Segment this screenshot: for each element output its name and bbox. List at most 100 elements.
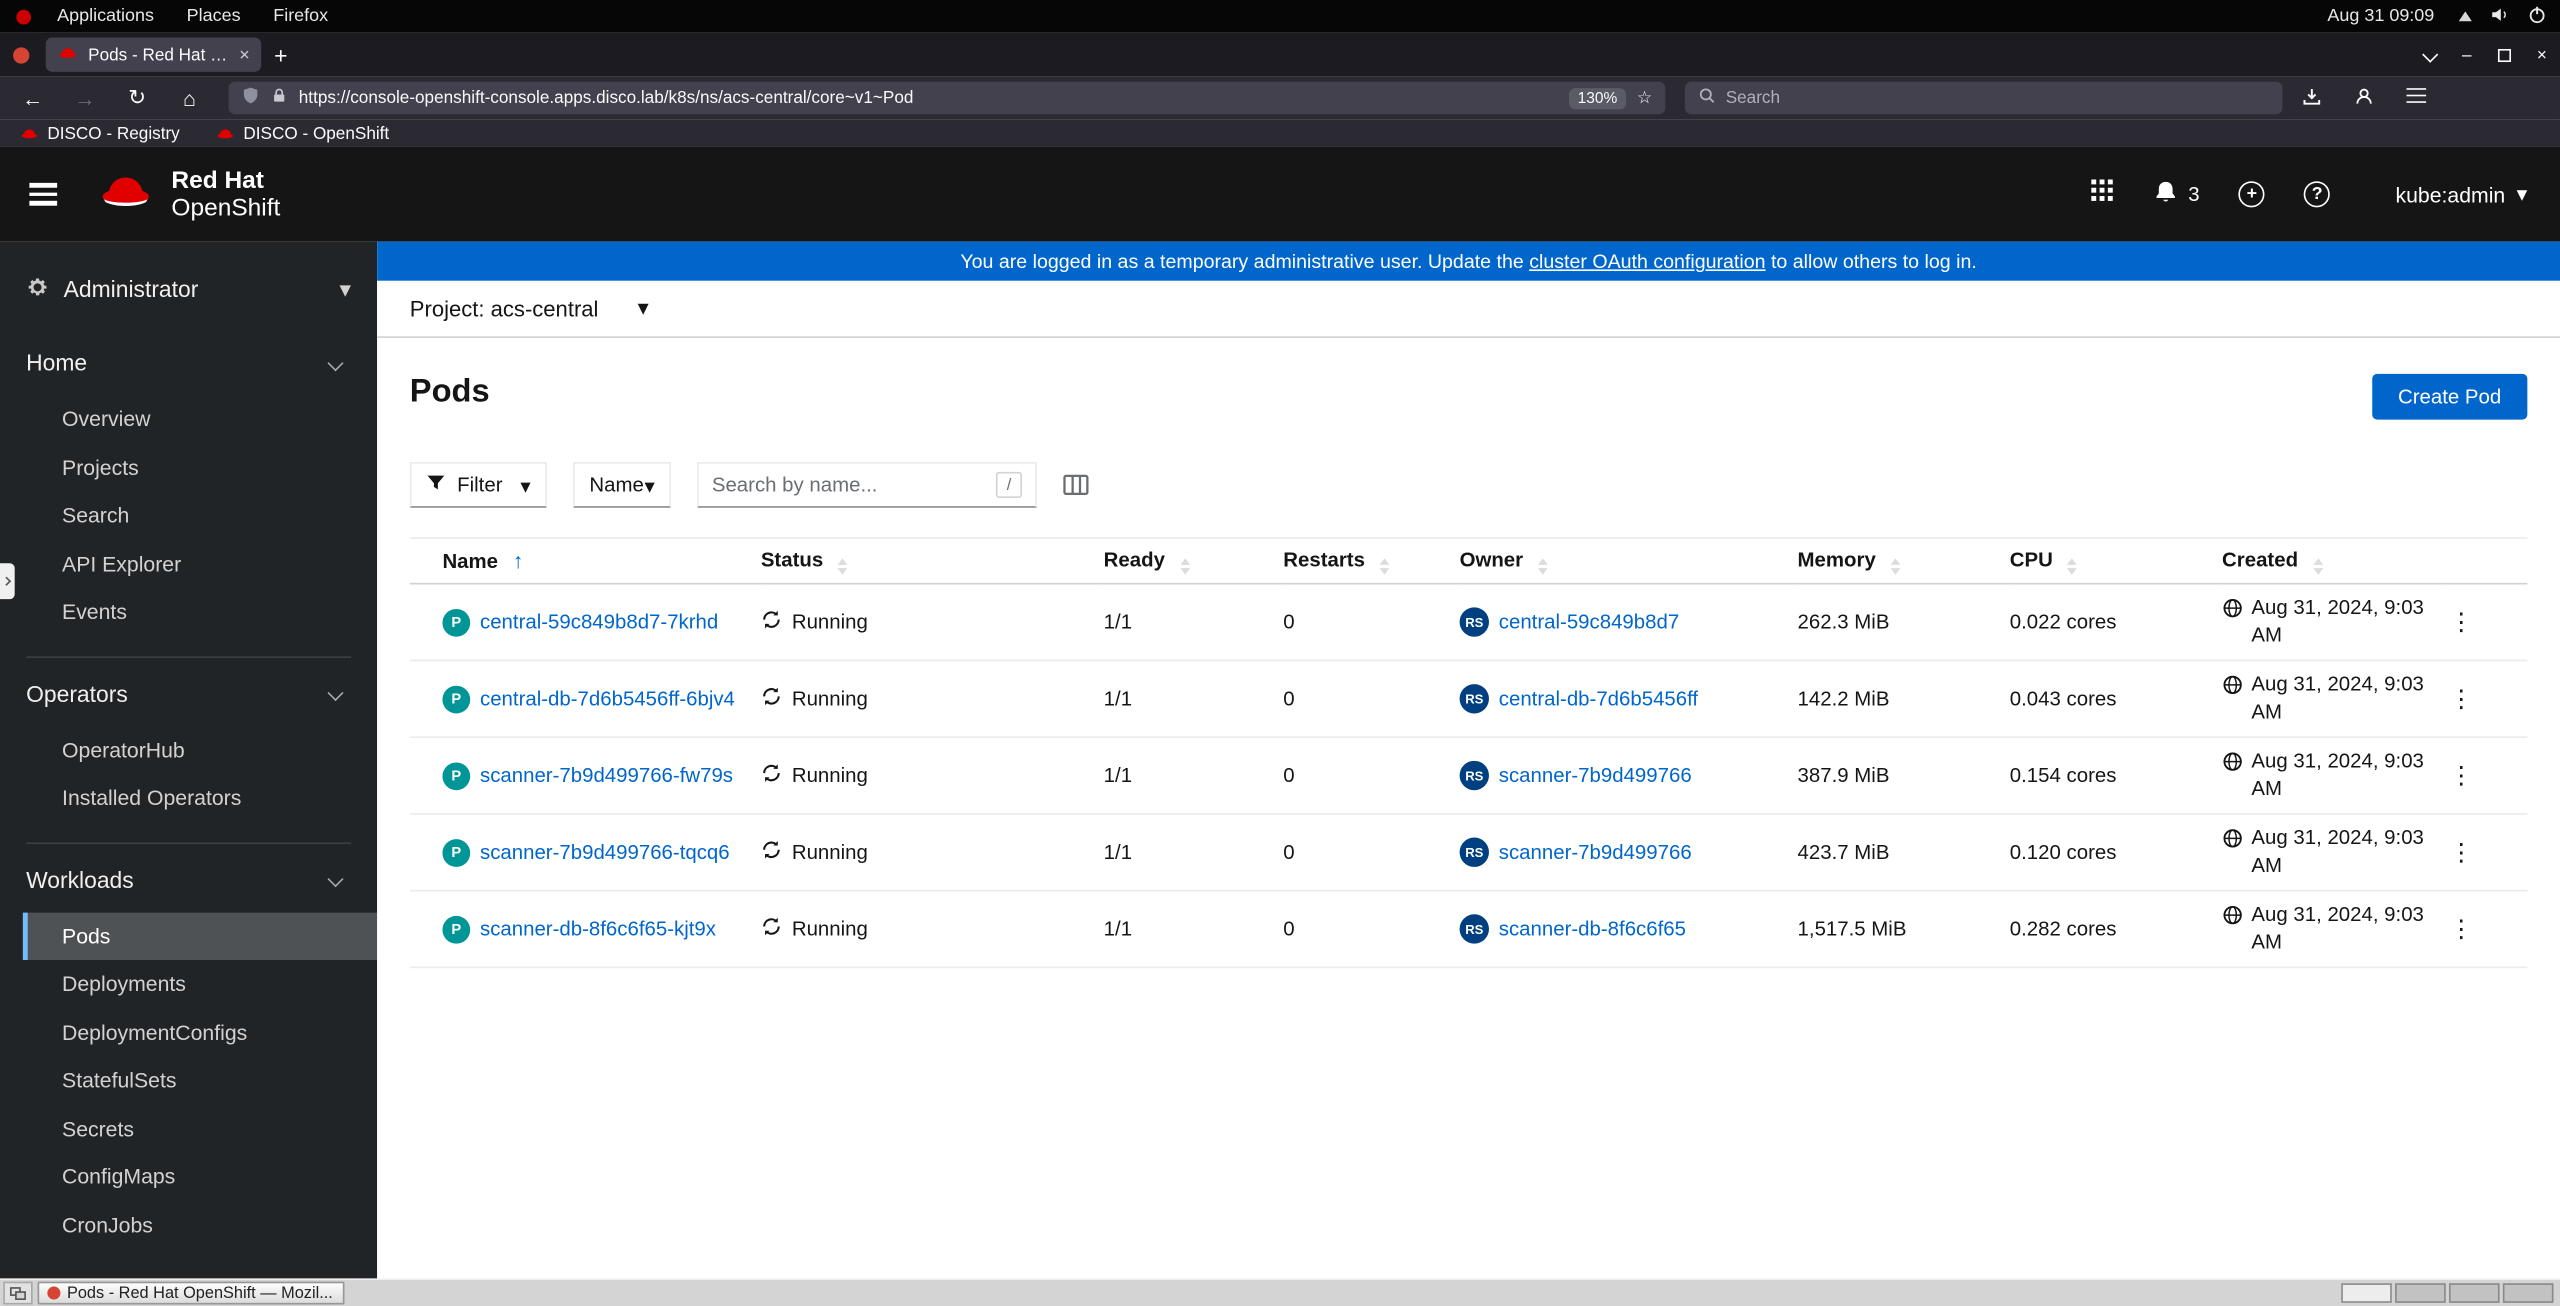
url-bar[interactable]: https://console-openshift-console.apps.d…: [228, 81, 1666, 115]
window-maximize-button[interactable]: [2497, 48, 2511, 62]
zoom-indicator[interactable]: 130%: [1569, 87, 1626, 109]
browser-menu-icon[interactable]: [2393, 84, 2439, 112]
sidebar-item-search[interactable]: Search: [0, 491, 377, 539]
new-tab-button[interactable]: +: [261, 42, 300, 68]
show-desktop-button[interactable]: [3, 1281, 33, 1305]
window-close-button[interactable]: ×: [2537, 45, 2547, 65]
pod-name-link[interactable]: central-59c849b8d7-7krhd: [480, 611, 718, 634]
sidebar-item-deploymentconfigs[interactable]: DeploymentConfigs: [0, 1008, 377, 1056]
kebab-menu-icon[interactable]: ⋮: [2442, 607, 2473, 637]
back-icon[interactable]: ←: [10, 86, 56, 110]
user-menu[interactable]: kube:admin ▾: [2396, 181, 2528, 207]
app-launcher-icon[interactable]: [2090, 178, 2114, 211]
account-icon[interactable]: [2341, 86, 2387, 110]
taskbar-window-button[interactable]: Pods - Red Hat OpenShift — Mozil...: [37, 1281, 345, 1305]
panel-status-icon[interactable]: [2458, 11, 2472, 22]
kebab-menu-icon[interactable]: ⋮: [2442, 761, 2473, 790]
pod-name-link[interactable]: central-db-7d6b5456ff-6bjv4: [480, 687, 735, 710]
list-tabs-icon[interactable]: [2422, 46, 2439, 63]
header-ready[interactable]: Ready: [1103, 537, 1284, 585]
pod-name-link[interactable]: scanner-7b9d499766-tqcq6: [480, 841, 730, 864]
owner-link[interactable]: scanner-7b9d499766: [1499, 841, 1692, 864]
side-panel-toggle[interactable]: [0, 563, 15, 600]
workspace-3[interactable]: [2448, 1283, 2500, 1303]
sidebar-item-pods[interactable]: Pods: [22, 911, 378, 960]
browser-search-input[interactable]: [1725, 88, 2270, 108]
header-cpu[interactable]: CPU: [2009, 537, 2223, 585]
reload-icon[interactable]: ↻: [114, 85, 160, 111]
sort-ascending-icon: ↑: [512, 548, 524, 574]
menu-firefox[interactable]: Firefox: [257, 0, 345, 33]
menu-applications[interactable]: Applications: [41, 0, 171, 33]
menu-places[interactable]: Places: [170, 0, 257, 33]
pod-name-link[interactable]: scanner-7b9d499766-fw79s: [480, 764, 733, 787]
name-search-field[interactable]: /: [697, 462, 1037, 508]
nav-toggle-icon[interactable]: [29, 178, 58, 211]
workspace-2[interactable]: [2395, 1283, 2446, 1303]
sidebar-item-configmaps[interactable]: ConfigMaps: [0, 1153, 377, 1201]
downloads-icon[interactable]: [2289, 86, 2335, 110]
sidebar-item-installed-operators[interactable]: Installed Operators: [0, 774, 377, 822]
lock-icon[interactable]: [271, 87, 287, 110]
clock[interactable]: Aug 31 09:09: [2327, 7, 2434, 27]
nav-group-workloads[interactable]: Workloads: [0, 847, 377, 912]
project-selector[interactable]: Project: acs-central ▾: [377, 280, 2560, 338]
sidebar-item-secrets[interactable]: Secrets: [0, 1104, 377, 1152]
sidebar-item-overview[interactable]: Overview: [0, 395, 377, 443]
perspective-switcher[interactable]: Administrator ▾: [26, 268, 351, 310]
filter-dropdown[interactable]: Filter ▾: [409, 462, 547, 508]
nav-group-operators[interactable]: Operators: [0, 660, 377, 725]
pod-name-link[interactable]: scanner-db-8f6c6f65-kjt9x: [480, 918, 716, 941]
kebab-menu-icon[interactable]: ⋮: [2442, 914, 2473, 944]
header-status[interactable]: Status: [760, 537, 1104, 585]
bookmark-disco-openshift[interactable]: DISCO - OpenShift: [216, 123, 389, 143]
login-notice-banner: You are logged in as a temporary adminis…: [377, 241, 2560, 281]
workspace-4[interactable]: [2502, 1283, 2554, 1303]
header-created[interactable]: Created: [2222, 537, 2443, 585]
forward-icon[interactable]: →: [62, 86, 108, 110]
sidebar-item-events[interactable]: Events: [0, 588, 377, 636]
sidebar-item-projects[interactable]: Projects: [0, 443, 377, 491]
power-icon[interactable]: [2527, 4, 2547, 28]
bookmark-star-icon[interactable]: ☆: [1637, 88, 1652, 108]
pod-memory: 262.3 MiB: [1797, 610, 1890, 634]
workspace-switcher: [2341, 1283, 2554, 1303]
tab-close-icon[interactable]: ×: [239, 45, 250, 65]
bookmark-disco-registry[interactable]: DISCO - Registry: [20, 123, 180, 143]
header-owner[interactable]: Owner: [1459, 537, 1798, 585]
help-icon[interactable]: ?: [2304, 181, 2331, 208]
sidebar-item-api-explorer[interactable]: API Explorer: [0, 540, 377, 588]
notifications-button[interactable]: 3: [2154, 180, 2200, 209]
quick-create-icon[interactable]: +: [2238, 181, 2265, 208]
nav-section-operators: Operators OperatorHub Installed Operator…: [0, 657, 377, 841]
sidebar-item-cronjobs[interactable]: CronJobs: [0, 1201, 377, 1249]
window-minimize-button[interactable]: –: [2462, 45, 2472, 65]
browser-tab[interactable]: Pods - Red Hat OpenShift ×: [45, 37, 262, 72]
sidebar-item-deployments[interactable]: Deployments: [0, 960, 377, 1008]
create-pod-button[interactable]: Create Pod: [2371, 373, 2528, 420]
nav-group-home[interactable]: Home: [0, 330, 377, 395]
owner-link[interactable]: scanner-7b9d499766: [1499, 764, 1692, 787]
filter-type-dropdown[interactable]: Name ▾: [573, 462, 672, 508]
kebab-menu-icon[interactable]: ⋮: [2442, 684, 2473, 714]
header-memory[interactable]: Memory: [1797, 537, 2010, 585]
name-search-input[interactable]: [711, 473, 987, 497]
sidebar-item-statefulsets[interactable]: StatefulSets: [0, 1056, 377, 1104]
header-restarts[interactable]: Restarts: [1283, 537, 1460, 585]
manage-columns-button[interactable]: [1063, 472, 1089, 498]
browser-search-bar[interactable]: [1684, 81, 2283, 115]
brand-logo[interactable]: Red Hat OpenShift: [96, 166, 280, 222]
header-name[interactable]: Name ↑: [409, 537, 761, 585]
home-icon[interactable]: ⌂: [167, 86, 213, 110]
sidebar-item-operatorhub[interactable]: OperatorHub: [0, 726, 377, 774]
owner-link[interactable]: central-59c849b8d7: [1499, 611, 1679, 634]
kebab-menu-icon[interactable]: ⋮: [2442, 838, 2473, 867]
workspace-1[interactable]: [2341, 1283, 2392, 1303]
timestamp-icon: [2222, 825, 2243, 854]
oauth-config-link[interactable]: cluster OAuth configuration: [1529, 250, 1765, 273]
browser-logo-icon[interactable]: [13, 46, 30, 63]
volume-icon[interactable]: [2490, 4, 2510, 28]
owner-link[interactable]: central-db-7d6b5456ff: [1499, 687, 1698, 710]
owner-link[interactable]: scanner-db-8f6c6f65: [1499, 918, 1686, 941]
shield-icon[interactable]: [242, 87, 260, 110]
